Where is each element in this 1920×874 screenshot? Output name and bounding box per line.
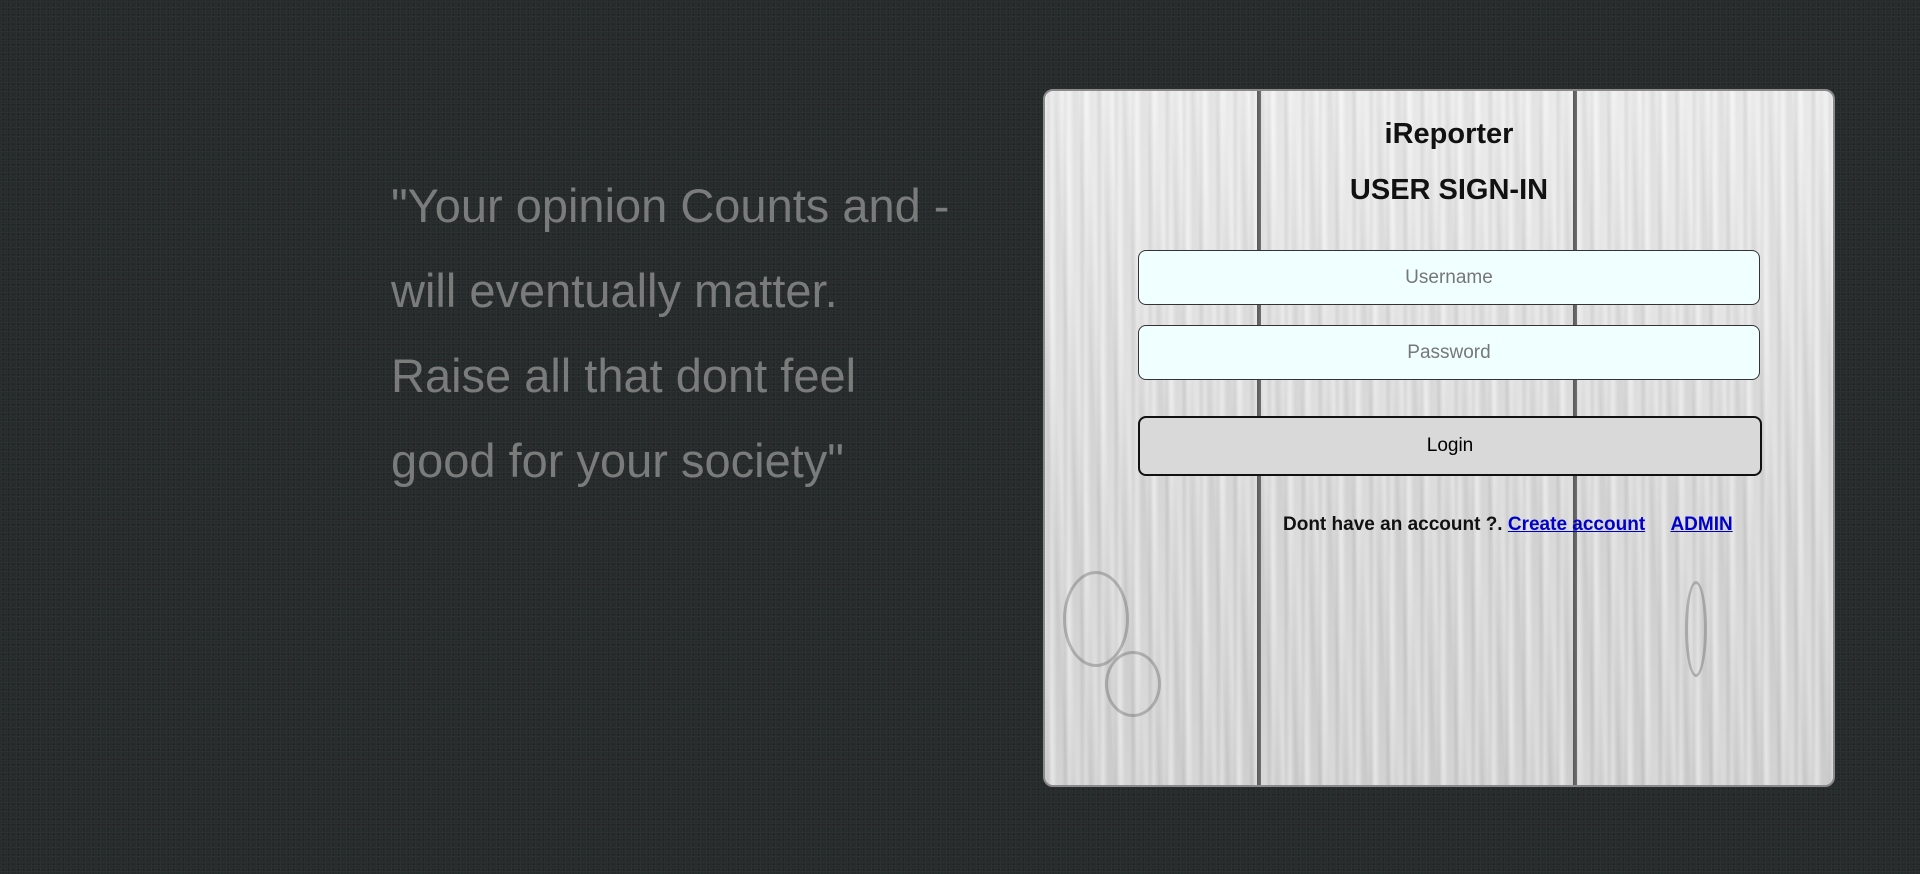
login-button[interactable]: Login (1138, 416, 1762, 476)
admin-link[interactable]: ADMIN (1670, 514, 1732, 535)
no-account-text: Dont have an account ?. (1283, 514, 1503, 535)
wood-knot-decoration (1685, 581, 1707, 677)
signin-footer: Dont have an account ?. Create account A… (1283, 514, 1733, 536)
wood-knot-decoration (1063, 571, 1129, 667)
form-title: USER SIGN-IN (1349, 174, 1549, 206)
quote-line-4: good for your society" (391, 434, 844, 487)
wood-knot-decoration (1105, 651, 1161, 717)
signin-card: iReporter USER SIGN-IN Login Dont have a… (1043, 89, 1835, 787)
password-input[interactable] (1138, 325, 1760, 380)
tagline-quote: "Your opinion Counts and - will eventual… (391, 178, 1011, 518)
username-input[interactable] (1138, 250, 1760, 305)
create-account-link[interactable]: Create account (1508, 514, 1645, 535)
app-title: iReporter (1384, 118, 1514, 150)
